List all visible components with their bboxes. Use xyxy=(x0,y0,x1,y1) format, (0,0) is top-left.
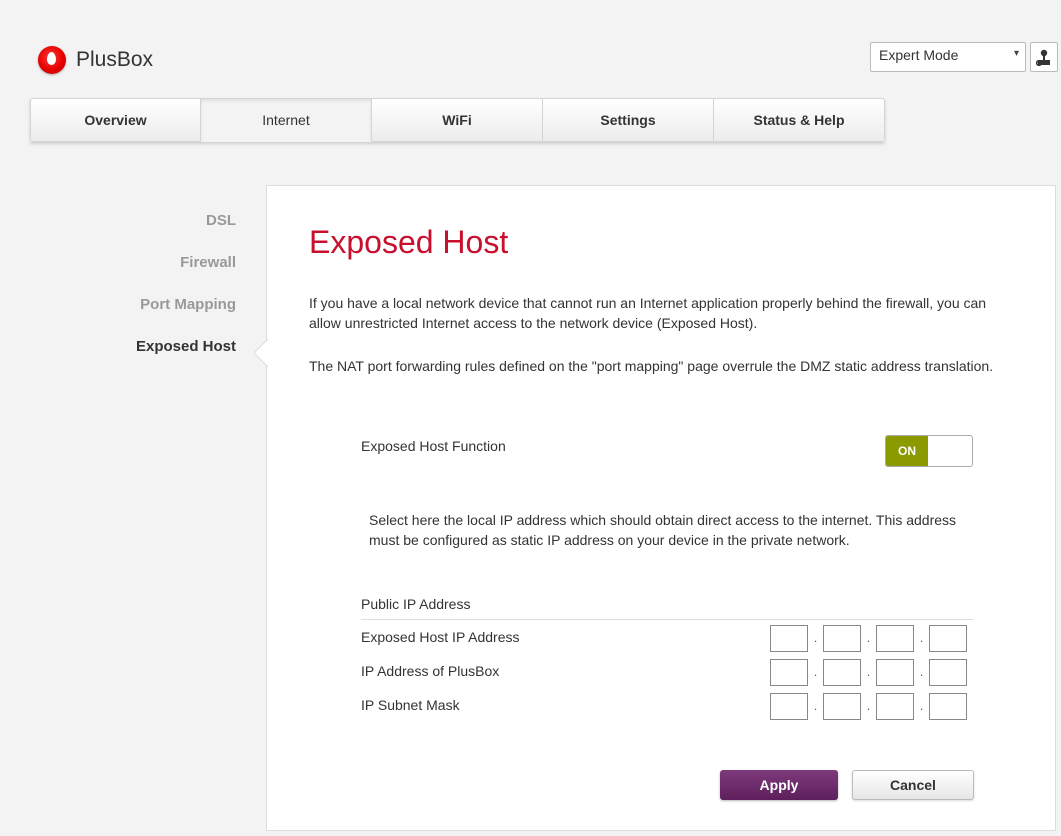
sidebar-item-port-mapping[interactable]: Port Mapping xyxy=(60,296,236,316)
sidebar-item-firewall[interactable]: Firewall xyxy=(60,254,236,274)
apply-button[interactable]: Apply xyxy=(720,770,838,800)
exposed-host-toggle[interactable]: ON xyxy=(885,435,973,467)
user-icon xyxy=(1036,49,1050,67)
tab-settings[interactable]: Settings xyxy=(543,98,714,142)
main-tabs: Overview Internet WiFi Settings Status &… xyxy=(30,98,885,142)
plusbox-ip-octet-3[interactable] xyxy=(876,659,914,686)
ip-separator: . xyxy=(866,699,871,713)
tab-overview[interactable]: Overview xyxy=(30,98,201,142)
brand-logo-icon xyxy=(38,46,66,74)
subnet-mask-octet-1[interactable] xyxy=(770,693,808,720)
ip-separator: . xyxy=(866,631,871,645)
tab-internet[interactable]: Internet xyxy=(201,98,372,142)
tab-status-help[interactable]: Status & Help xyxy=(714,98,885,142)
exposed-host-ip-octet-4[interactable] xyxy=(929,625,967,652)
content-panel: Exposed Host If you have a local network… xyxy=(266,185,1056,831)
cancel-button[interactable]: Cancel xyxy=(852,770,974,800)
select-ip-description: Select here the local IP address which s… xyxy=(369,512,957,548)
toggle-on-label: ON xyxy=(886,436,928,466)
exposed-host-ip-label: Exposed Host IP Address xyxy=(361,629,520,645)
exposed-host-ip-octet-1[interactable] xyxy=(770,625,808,652)
mode-select[interactable]: Expert Mode ▾ xyxy=(870,42,1026,72)
plusbox-ip-label: IP Address of PlusBox xyxy=(361,663,500,679)
exposed-host-ip-octet-2[interactable] xyxy=(823,625,861,652)
subnet-mask-octet-3[interactable] xyxy=(876,693,914,720)
ip-separator: . xyxy=(866,665,871,679)
brand-name: PlusBox xyxy=(76,48,154,71)
ip-separator: . xyxy=(813,665,818,679)
divider xyxy=(361,619,973,620)
ip-separator: . xyxy=(813,699,818,713)
sidebar-nav: DSL Firewall Port Mapping Exposed Host xyxy=(60,212,236,380)
subnet-mask-label: IP Subnet Mask xyxy=(361,697,460,713)
sidebar-item-exposed-host[interactable]: Exposed Host xyxy=(60,338,236,358)
plusbox-ip-octet-2[interactable] xyxy=(823,659,861,686)
sidebar-item-dsl[interactable]: DSL xyxy=(60,212,236,232)
public-ip-label: Public IP Address xyxy=(361,596,471,612)
nat-note-text: The NAT port forwarding rules defined on… xyxy=(309,358,994,374)
subnet-mask-octet-4[interactable] xyxy=(929,693,967,720)
chevron-down-icon: ▾ xyxy=(1013,48,1019,59)
brand-logo[interactable]: PlusBox xyxy=(38,46,153,74)
exposed-host-ip-octet-3[interactable] xyxy=(876,625,914,652)
tab-wifi[interactable]: WiFi xyxy=(372,98,543,142)
active-item-pointer xyxy=(253,339,268,367)
plusbox-ip-input: . . . xyxy=(770,659,967,686)
subnet-mask-input: . . . xyxy=(770,693,967,720)
mode-select-value: Expert Mode xyxy=(879,47,959,63)
ip-separator: . xyxy=(919,699,924,713)
plusbox-ip-octet-4[interactable] xyxy=(929,659,967,686)
subnet-mask-octet-2[interactable] xyxy=(823,693,861,720)
page-title: Exposed Host xyxy=(309,224,509,260)
ip-separator: . xyxy=(919,631,924,645)
exposed-host-function-label: Exposed Host Function xyxy=(361,438,506,454)
exposed-host-ip-input: . . . xyxy=(770,625,967,652)
plusbox-ip-octet-1[interactable] xyxy=(770,659,808,686)
user-button[interactable] xyxy=(1030,42,1058,72)
ip-separator: . xyxy=(813,631,818,645)
intro-text: If you have a local network device that … xyxy=(309,295,987,331)
ip-separator: . xyxy=(919,665,924,679)
